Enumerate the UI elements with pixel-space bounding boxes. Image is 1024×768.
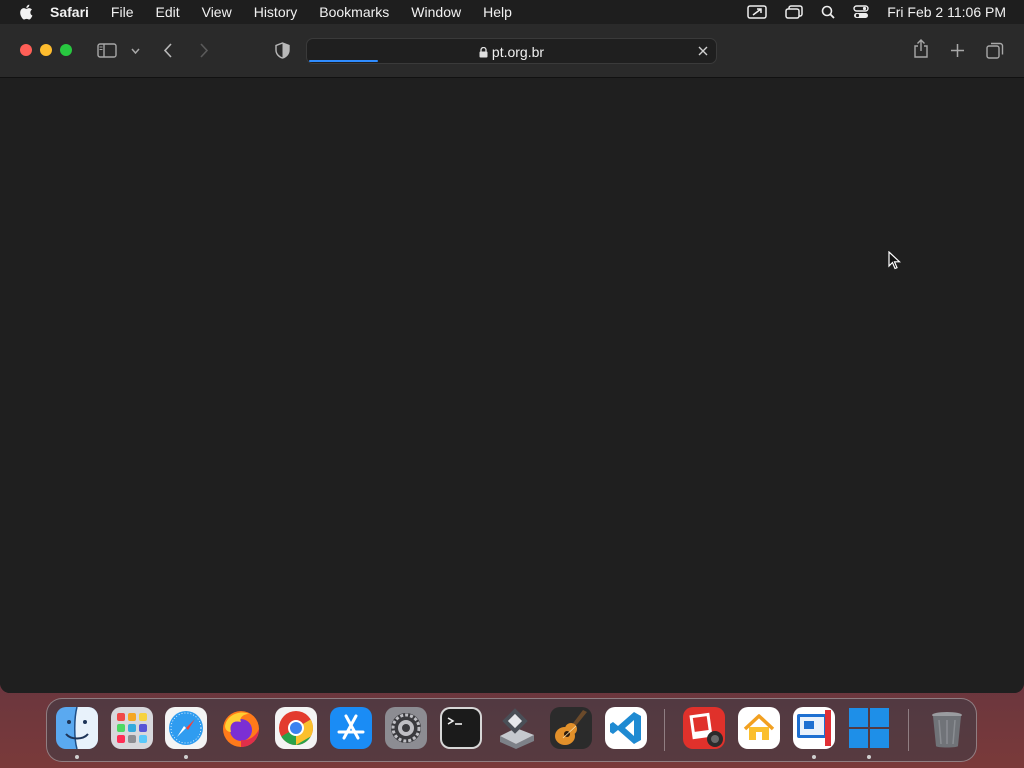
windows-icon <box>849 708 889 748</box>
stage-manager-icon[interactable] <box>785 5 803 19</box>
new-tab-icon[interactable] <box>950 43 965 58</box>
finder-icon <box>56 706 98 750</box>
dock-vscode[interactable] <box>604 706 648 750</box>
menu-file[interactable]: File <box>111 4 134 20</box>
dock-safari[interactable] <box>164 706 208 750</box>
dock-windows[interactable] <box>847 706 891 750</box>
app-store-icon <box>330 707 372 749</box>
browser-toolbar: pt.org.br <box>0 24 1024 78</box>
close-window-button[interactable] <box>20 44 32 56</box>
dock-system-settings[interactable] <box>384 706 428 750</box>
forward-arrow-icon[interactable] <box>199 43 209 58</box>
sidebar-toggle-icon[interactable] <box>97 43 117 58</box>
running-indicator <box>812 755 816 759</box>
safari-icon <box>165 707 207 749</box>
page-load-progress <box>309 60 714 62</box>
page-load-progress-fill <box>309 60 378 62</box>
dock-separator <box>664 709 665 751</box>
menu-edit[interactable]: Edit <box>155 4 179 20</box>
menu-bookmarks[interactable]: Bookmarks <box>319 4 389 20</box>
address-bar[interactable]: pt.org.br <box>306 38 717 64</box>
screen-mirroring-icon[interactable] <box>747 5 767 19</box>
control-center-icon[interactable] <box>853 5 869 19</box>
minimize-window-button[interactable] <box>40 44 52 56</box>
dock-remote-desktop[interactable] <box>792 706 836 750</box>
firefox-icon <box>223 711 259 747</box>
menu-history[interactable]: History <box>254 4 298 20</box>
privacy-shield-icon[interactable] <box>275 42 290 59</box>
dock-photo-booth[interactable] <box>682 706 726 750</box>
zoom-window-button[interactable] <box>60 44 72 56</box>
menu-window[interactable]: Window <box>411 4 461 20</box>
lock-icon <box>479 47 488 58</box>
tab-overview-icon[interactable] <box>986 42 1004 59</box>
remote-desktop-icon <box>793 707 835 749</box>
menubar-clock[interactable]: Fri Feb 2 11:06 PM <box>887 4 1006 20</box>
menu-view[interactable]: View <box>202 4 232 20</box>
home-icon <box>738 707 780 749</box>
address-text[interactable]: pt.org.br <box>492 44 544 60</box>
dock <box>46 698 977 762</box>
running-indicator <box>184 755 188 759</box>
garageband-icon <box>550 707 592 749</box>
menu-bar: Safari File Edit View History Bookmarks … <box>0 0 1024 24</box>
dock-launchpad[interactable] <box>110 706 154 750</box>
dock-finder[interactable] <box>55 706 99 750</box>
mouse-cursor-icon <box>888 251 901 270</box>
launchpad-icon <box>111 707 153 749</box>
running-indicator <box>867 755 871 759</box>
running-indicator <box>75 755 79 759</box>
vscode-icon <box>605 707 647 749</box>
system-settings-icon <box>385 707 427 749</box>
stop-loading-icon[interactable] <box>696 44 710 58</box>
dock-chrome[interactable] <box>274 706 318 750</box>
dock-boot-camp-assistant[interactable] <box>494 706 538 750</box>
dock-terminal[interactable] <box>439 706 483 750</box>
boot-camp-assistant-icon <box>500 708 534 749</box>
photo-booth-icon <box>683 707 725 749</box>
back-arrow-icon[interactable] <box>163 43 173 58</box>
safari-window: pt.org.br <box>0 24 1024 693</box>
chevron-down-icon[interactable] <box>131 48 140 54</box>
dock-separator <box>908 709 909 751</box>
web-content-area[interactable] <box>0 78 1024 693</box>
dock-app-store[interactable] <box>329 706 373 750</box>
dock-firefox[interactable] <box>219 706 263 750</box>
terminal-icon <box>440 707 482 749</box>
menu-help[interactable]: Help <box>483 4 512 20</box>
dock-home[interactable] <box>737 706 781 750</box>
share-icon[interactable] <box>913 39 929 59</box>
menu-app-safari[interactable]: Safari <box>50 4 89 20</box>
apple-icon[interactable] <box>18 3 36 21</box>
dock-garageband[interactable] <box>549 706 593 750</box>
chrome-icon <box>275 707 317 749</box>
trash-icon <box>932 712 962 748</box>
spotlight-search-icon[interactable] <box>821 5 835 19</box>
dock-trash[interactable] <box>925 706 969 750</box>
